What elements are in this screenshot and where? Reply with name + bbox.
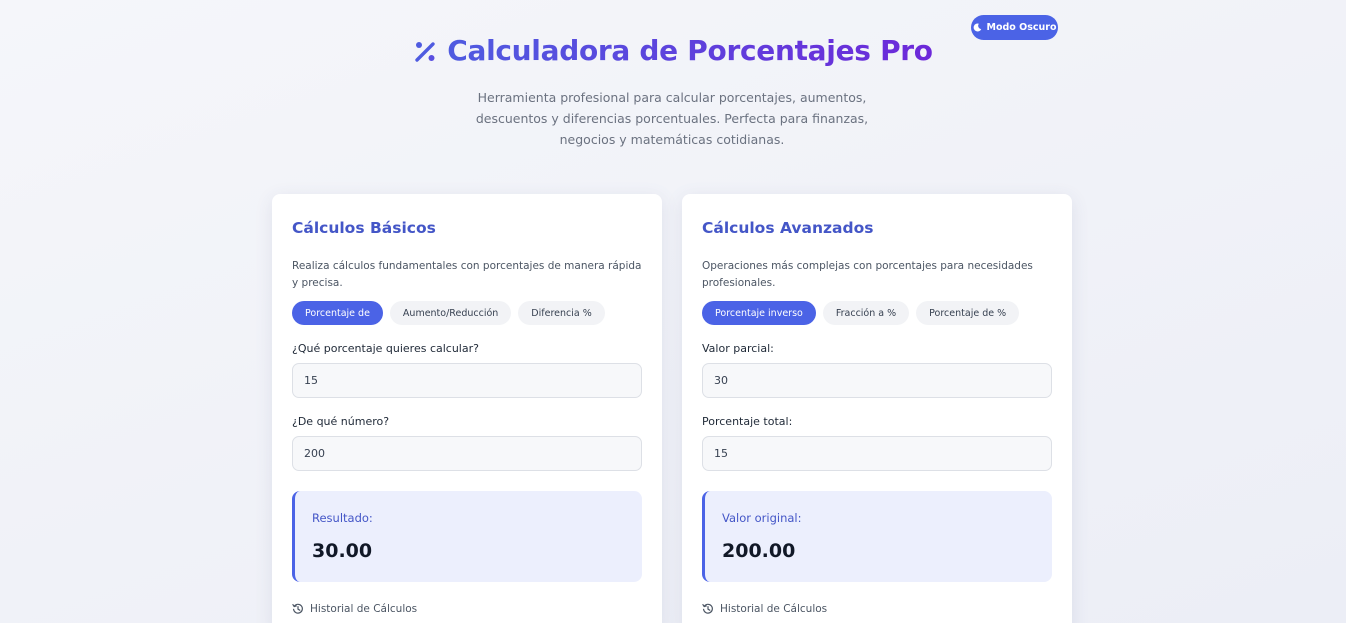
tab-porcentaje-de-porcentaje[interactable]: Porcentaje de % [916,301,1020,325]
basic-history-label: Historial de Cálculos [310,603,418,615]
basic-result-value: 30.00 [312,540,373,562]
advanced-result-label: Valor original: [722,511,802,525]
history-icon [702,603,713,614]
basic-card-title: Cálculos Básicos [292,219,436,237]
basic-calculations-card: Cálculos Básicos Realiza cálculos fundam… [272,194,662,623]
tab-porcentaje-de[interactable]: Porcentaje de [292,301,383,325]
advanced-calculations-card: Cálculos Avanzados Operaciones más compl… [682,194,1072,623]
tab-porcentaje-inverso[interactable]: Porcentaje inverso [702,301,816,325]
partial-value-input[interactable] [702,363,1052,398]
moon-icon [973,23,981,32]
basic-result-box: Resultado: 30.00 [292,491,642,582]
app-title: Calculadora de Porcentajes Pro [447,34,933,67]
history-icon [292,603,303,614]
percent-icon [415,41,435,62]
advanced-result-value: 200.00 [722,540,796,562]
advanced-card-title: Cálculos Avanzados [702,219,874,237]
total-percentage-label: Porcentaje total: [702,415,793,428]
advanced-card-description: Operaciones más complejas con porcentaje… [702,260,1033,289]
percentage-input[interactable] [292,363,642,398]
percentage-field-label: ¿Qué porcentaje quieres calcular? [292,342,479,355]
page-title: Calculadora de Porcentajes Pro [0,34,1346,67]
total-percentage-input[interactable] [702,436,1052,471]
dark-mode-label: Modo Oscuro [986,22,1057,33]
page: Modo Oscuro Calculadora de Porcentajes P… [0,0,1346,623]
tab-diferencia[interactable]: Diferencia % [518,301,605,325]
advanced-history-label: Historial de Cálculos [720,603,828,615]
page-subtitle: Herramienta profesional para calcular po… [475,90,869,147]
basic-card-description: Realiza cálculos fundamentales con porce… [292,260,642,289]
advanced-result-box: Valor original: 200.00 [702,491,1052,582]
partial-value-label: Valor parcial: [702,342,774,355]
advanced-tabs: Porcentaje inverso Fracción a % Porcenta… [702,301,1052,325]
basic-result-label: Resultado: [312,511,373,525]
basic-tabs: Porcentaje de Aumento/Reducción Diferenc… [292,301,642,325]
advanced-history-link[interactable]: Historial de Cálculos [702,603,1052,615]
basic-history-link[interactable]: Historial de Cálculos [292,603,642,615]
tab-fraccion[interactable]: Fracción a % [822,301,910,325]
number-field-label: ¿De qué número? [292,415,390,428]
tab-aumento-reduccion[interactable]: Aumento/Reducción [389,301,512,325]
number-input[interactable] [292,436,642,471]
